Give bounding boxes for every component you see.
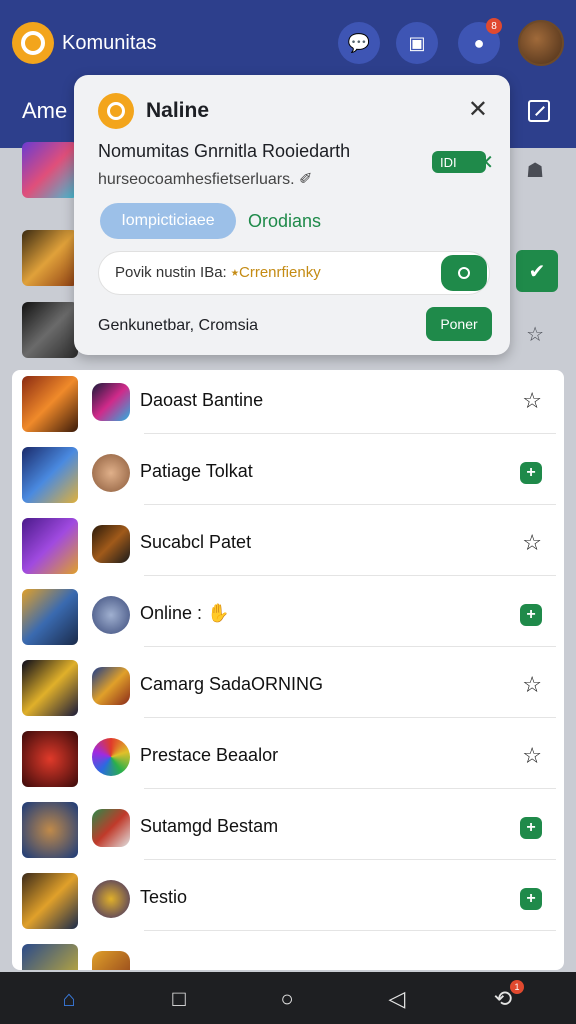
game-thumbnail: [22, 802, 78, 858]
star-icon[interactable]: ☆: [522, 743, 542, 769]
game-thumbnail: [22, 589, 78, 645]
list-item[interactable]: Daoast Bantine ☆: [12, 370, 564, 434]
search-button[interactable]: [441, 255, 487, 291]
list-item[interactable]: Sucabcl Patet ☆: [12, 512, 564, 576]
list-item-label: Patiage Tolkat: [140, 461, 253, 481]
back-icon[interactable]: ◁: [382, 986, 412, 1012]
popup-logo-icon: [98, 93, 134, 129]
game-thumbnail: [22, 376, 78, 432]
close-icon[interactable]: ✕: [468, 95, 488, 124]
community-icon: [92, 596, 130, 634]
list-item[interactable]: Patiage Tolkat +: [12, 441, 564, 505]
community-popup: Naline ✕ Nomumitas Gnrnitla Rooiedarth h…: [74, 75, 510, 355]
popup-title: Naline: [146, 99, 210, 122]
add-icon[interactable]: +: [520, 817, 542, 839]
list-item[interactable]: Testio +: [12, 867, 564, 931]
app-title: Komunitas: [62, 32, 157, 54]
bg-star-icon[interactable]: ☆: [526, 322, 544, 347]
app-logo-icon[interactable]: [12, 22, 54, 64]
community-icon: [92, 525, 130, 563]
popup-subtext: hurseocoamhesfietserluars. ✐: [98, 171, 313, 188]
list-item-label: Prestace Beaalor: [140, 745, 279, 765]
nav-badge: 1: [510, 980, 524, 994]
game-thumbnail: [22, 944, 78, 970]
add-icon[interactable]: +: [520, 462, 542, 484]
star-icon[interactable]: ☆: [522, 388, 542, 414]
bg-game-thumb-1[interactable]: [22, 142, 78, 198]
community-icon: [92, 951, 130, 970]
game-thumbnail: [22, 518, 78, 574]
edit-icon[interactable]: [528, 100, 550, 122]
notification-badge: 8: [486, 18, 502, 34]
search-text: Povik nustin IBa: ⭑Crrenrfienky: [115, 264, 321, 281]
user-icon: [458, 267, 470, 279]
bottom-nav: ⌂ □ ○ ◁ ⟲ 1: [0, 972, 576, 1024]
inbox-icon[interactable]: ▣: [396, 22, 438, 64]
community-icon[interactable]: ● 8: [458, 18, 502, 64]
popup-toggle[interactable]: IDI ✕: [432, 151, 494, 174]
bg-check-button[interactable]: ✔: [516, 250, 558, 292]
list-item[interactable]: Online : ✋ +: [12, 583, 564, 647]
community-icon: [92, 454, 130, 492]
add-icon[interactable]: +: [520, 604, 542, 626]
notifications-icon[interactable]: ⟲ 1: [488, 980, 524, 1012]
bg-game-thumb-2[interactable]: [22, 230, 78, 286]
search-input[interactable]: Povik nustin IBa: ⭑Crrenrfienky: [98, 251, 490, 295]
community-list: Daoast Bantine ☆ Patiage Tolkat + Sucabc…: [12, 370, 564, 970]
community-icon: [92, 667, 130, 705]
search-accent-text: ⭑Crrenrfienky: [230, 264, 321, 281]
footer-action-button[interactable]: Poner: [426, 307, 492, 341]
game-thumbnail: [22, 447, 78, 503]
add-icon[interactable]: +: [520, 888, 542, 910]
game-thumbnail: [22, 660, 78, 716]
star-icon[interactable]: ☆: [522, 672, 542, 698]
game-thumbnail: [22, 731, 78, 787]
close-x-icon[interactable]: ✕: [477, 150, 494, 175]
list-item[interactable]: Prestace Beaalor ☆: [12, 725, 564, 789]
bg-badge-icon[interactable]: ☗: [526, 158, 544, 183]
section-title: Ame: [22, 98, 68, 123]
list-item-label: Daoast Bantine: [140, 390, 264, 410]
bg-game-thumb-3[interactable]: [22, 302, 78, 358]
category-link[interactable]: Orodians: [248, 211, 321, 232]
list-item-label: Sucabcl Patet: [140, 532, 252, 552]
star-icon[interactable]: ☆: [522, 530, 542, 556]
community-icon: [92, 738, 130, 776]
game-thumbnail: [22, 873, 78, 929]
community-icon: [92, 880, 130, 918]
community-icon: [92, 383, 130, 421]
list-item-label: Camarg SadaORNING: [140, 674, 324, 694]
list-item[interactable]: [12, 938, 564, 970]
toggle-label: IDI: [440, 154, 457, 170]
popup-footer-text: Genkunetbar, Cromsia: [98, 317, 259, 334]
list-item-label: Testio: [140, 887, 188, 907]
list-item[interactable]: Sutamgd Bestam +: [12, 796, 564, 860]
community-icon: [92, 809, 130, 847]
home-button-icon[interactable]: ○: [272, 986, 302, 1012]
recent-apps-icon[interactable]: □: [164, 986, 194, 1012]
avatar[interactable]: [518, 20, 564, 66]
chat-icon[interactable]: 💬: [338, 22, 380, 64]
home-icon[interactable]: ⌂: [54, 986, 84, 1012]
popup-heading: Nomumitas Gnrnitla Rooiedarth: [98, 141, 351, 161]
list-item-label: Sutamgd Bestam: [140, 816, 279, 836]
list-item[interactable]: Camarg SadaORNING ☆: [12, 654, 564, 718]
list-item-label: Online : ✋: [140, 603, 230, 623]
category-chip[interactable]: Iompicticiaee: [100, 203, 236, 239]
